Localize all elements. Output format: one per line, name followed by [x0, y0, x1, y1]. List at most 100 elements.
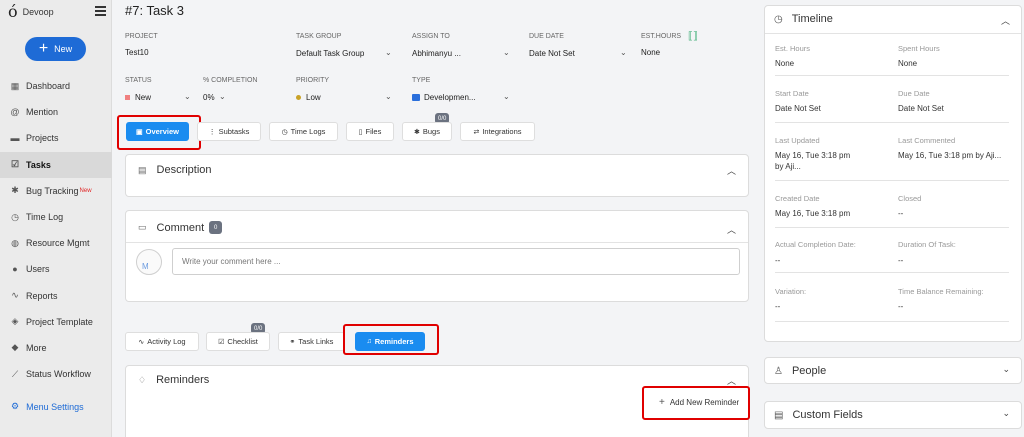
chevron-down-icon[interactable]: ⌄ [1002, 408, 1010, 419]
actual-completion-value: -- [775, 256, 781, 265]
created-date-label: Created Date [775, 194, 820, 203]
sidebar-item-resource-mgmt[interactable]: ◍ Resource Mgmt [0, 230, 112, 256]
avatar-alt-text: M [142, 262, 149, 271]
chevron-down-icon[interactable]: ⌄ [184, 92, 191, 101]
tab-activity-log[interactable]: ∿ Activity Log [125, 332, 199, 351]
variation-label: Variation: [775, 287, 807, 296]
tab-task-links[interactable]: ⚭ Task Links [278, 332, 345, 351]
sidebar-item-reports[interactable]: ∿ Reports [0, 283, 112, 309]
sidebar-item-label: Bug Tracking [26, 185, 79, 196]
tab-time-logs[interactable]: ◷ Time Logs [269, 122, 338, 141]
tab-bugs[interactable]: ✱ Bugs [402, 122, 452, 141]
tab-subtasks[interactable]: ⋮ Subtasks [197, 122, 261, 141]
tab-integrations[interactable]: ⇄ Integrations [460, 122, 535, 141]
development-type-icon [412, 94, 420, 101]
sidebar-item-time-log[interactable]: ◷ Time Log [0, 204, 112, 230]
brand[interactable]: ó Devoop [8, 4, 108, 20]
timeline-header[interactable]: ◷ Timeline [774, 13, 833, 25]
globe-icon: ◍ [11, 237, 19, 248]
sidebar-item-project-template[interactable]: ◈ Project Template [0, 309, 112, 335]
task-main: #7: Task 3 PROJECT Test10 TASK GROUP Def… [113, 0, 753, 437]
time-balance-value: -- [898, 302, 904, 311]
overview-icon: ▣ [136, 128, 143, 136]
chevron-up-icon[interactable]: ︿ [727, 164, 736, 177]
chevron-down-icon[interactable]: ⌄ [219, 92, 226, 101]
assign-to-select[interactable]: Abhimanyu ... [412, 49, 461, 58]
chevron-up-icon[interactable]: ︿ [1001, 14, 1010, 27]
priority-value: Low [306, 93, 321, 102]
spent-hours-label: Spent Hours [898, 44, 940, 53]
sidebar-item-tasks[interactable]: ☑ Tasks [0, 151, 112, 178]
chevron-down-icon[interactable]: ⌄ [385, 48, 392, 57]
dashboard-icon: ▦ [10, 80, 20, 91]
tab-files[interactable]: ▯ Files [346, 122, 394, 141]
spent-hours-value: None [898, 59, 918, 68]
sidebar-item-more[interactable]: ◆ More [0, 335, 112, 361]
new-button[interactable]: + New [25, 37, 86, 61]
user-icon: ● [12, 264, 18, 275]
timeline-panel: ◷ Timeline ︿ Est. Hours None Spent Hours… [764, 5, 1022, 342]
sidebar-item-label: Project Template [26, 316, 93, 327]
stack-icon: ◆ [11, 342, 19, 353]
add-new-reminder-button[interactable]: + Add New Reminder [659, 397, 739, 408]
comment-title: Comment [156, 221, 205, 234]
comment-divider [126, 242, 748, 243]
at-icon: @ [10, 107, 20, 118]
bell-icon: ♢ [138, 374, 147, 385]
sidebar-item-projects[interactable]: ▬ Projects [0, 125, 112, 151]
description-header[interactable]: ▤ Description [138, 164, 212, 176]
reminders-header[interactable]: ♢ Reminders [138, 374, 209, 386]
tab-integrations-label: Integrations [482, 127, 522, 136]
task-group-select[interactable]: Default Task Group [296, 49, 364, 58]
sidebar-item-bug-tracking[interactable]: ✱ Bug Tracking New [0, 178, 112, 204]
chevron-down-icon[interactable]: ⌄ [1002, 364, 1010, 375]
description-card: ▤ Description ︿ [125, 154, 749, 197]
completion-select[interactable]: 0% [203, 93, 215, 102]
est-hours-value: None [775, 59, 795, 68]
custom-fields-panel[interactable]: ▤ Custom Fields ⌄ [764, 401, 1022, 429]
menu-settings-link[interactable]: ⚙ Menu Settings [11, 401, 84, 412]
comment-input[interactable]: Write your comment here ... [172, 248, 740, 275]
duration-value: -- [898, 256, 904, 265]
row-divider [775, 321, 1009, 322]
chevron-down-icon[interactable]: ⌄ [503, 48, 510, 57]
tab-reminders[interactable]: ♫ Reminders [355, 332, 425, 351]
hamburger-menu-icon[interactable] [95, 6, 106, 16]
people-header[interactable]: ♙ People [774, 365, 826, 377]
chevron-down-icon[interactable]: ⌄ [385, 92, 392, 101]
actual-completion-label: Actual Completion Date: [775, 240, 856, 249]
tab-overview[interactable]: ▣ Overview [126, 122, 189, 141]
type-select[interactable]: Developmen... [412, 93, 476, 102]
comment-header[interactable]: ▭ Comment 0 [138, 221, 223, 234]
avatar: M [136, 249, 162, 275]
custom-fields-header[interactable]: ▤ Custom Fields [774, 409, 863, 421]
status-select[interactable]: New [125, 93, 151, 102]
sidebar: ó Devoop + New ▦ Dashboard @ Mention ▬ Projec… [0, 0, 112, 437]
sidebar-item-status-workflow[interactable]: ⟋ Status Workflow [0, 361, 112, 387]
tab-activity-log-label: Activity Log [147, 337, 186, 346]
custom-fields-title: Custom Fields [792, 409, 863, 421]
project-value: Test10 [125, 48, 149, 57]
last-updated-label: Last Updated [775, 136, 820, 145]
plus-icon: + [659, 397, 665, 408]
timer-icon[interactable]: ⟦⟧ [688, 31, 698, 42]
time-balance-label: Time Balance Remaining: [898, 287, 984, 296]
chevron-up-icon[interactable]: ︿ [727, 223, 736, 236]
checklist-icon: ☑ [218, 338, 225, 346]
sidebar-item-label: Mention [26, 107, 59, 118]
chevron-down-icon[interactable]: ⌄ [620, 48, 627, 57]
timeline-title: Timeline [791, 13, 833, 25]
sidebar-item-dashboard[interactable]: ▦ Dashboard [0, 73, 112, 99]
sidebar-item-mention[interactable]: @ Mention [0, 99, 112, 125]
description-title: Description [156, 164, 212, 176]
bell-icon: ♫ [366, 338, 372, 345]
last-updated-value: May 16, Tue 3:18 pm by Aji... [775, 150, 885, 172]
due-date-select[interactable]: Date Not Set [529, 49, 575, 58]
priority-select[interactable]: Low [296, 93, 321, 102]
chevron-down-icon[interactable]: ⌄ [503, 92, 510, 101]
sidebar-item-label: Dashboard [26, 81, 71, 92]
people-panel[interactable]: ♙ People ⌄ [764, 357, 1022, 384]
tab-checklist[interactable]: ☑ Checklist [206, 332, 270, 351]
sidebar-item-users[interactable]: ● Users [0, 256, 112, 282]
priority-dot-icon [296, 95, 301, 100]
